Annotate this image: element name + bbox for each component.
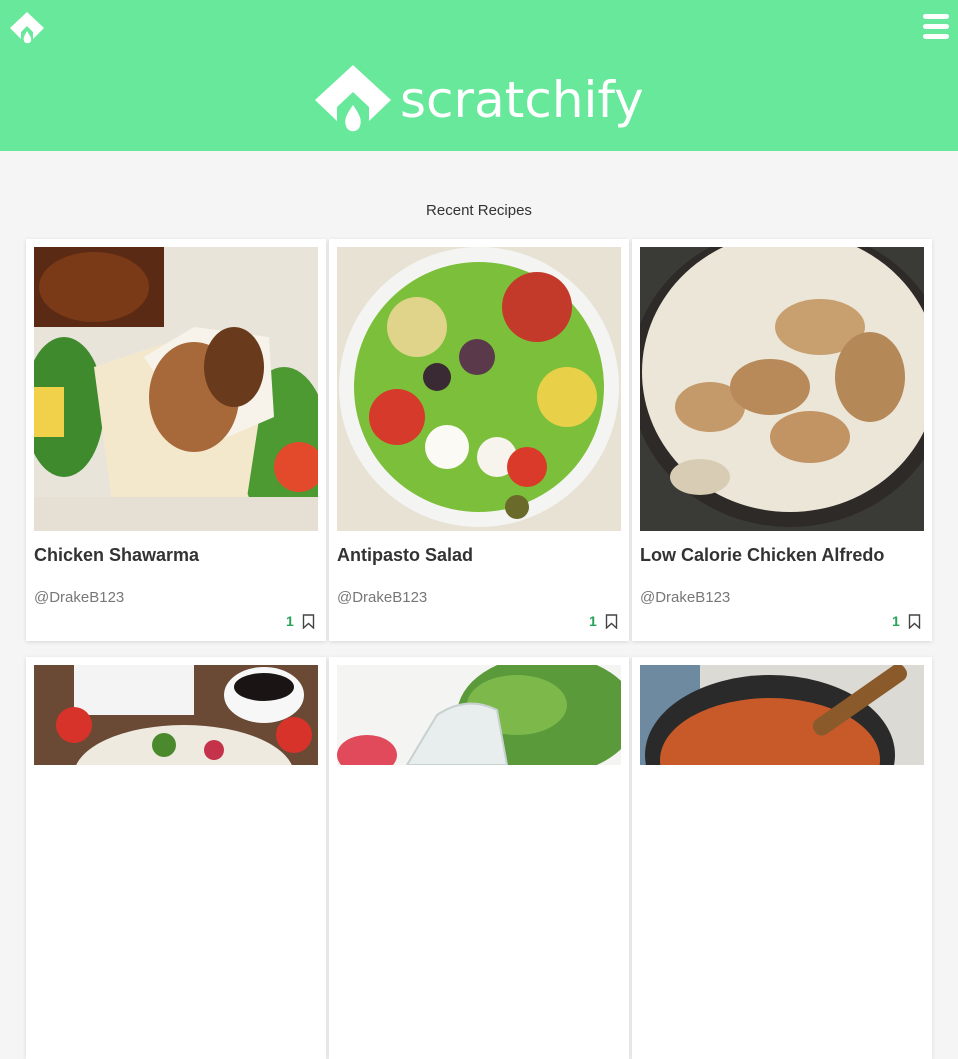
brand-logo[interactable]: scratchify [313,62,644,138]
scratchify-logo-icon[interactable] [9,11,45,45]
hamburger-menu-icon[interactable] [923,14,949,42]
recipe-card[interactable] [329,657,629,1059]
chicken-shawarma-photo[interactable] [34,247,318,531]
recipe-card[interactable]: Antipasto Salad @DrakeB123 1 [329,239,629,641]
recipe-card[interactable]: Low Calorie Chicken Alfredo @DrakeB123 1 [632,239,932,641]
greens-and-dressing-photo[interactable] [337,665,621,765]
like-count: 1 [892,613,900,629]
recipe-title[interactable]: Low Calorie Chicken Alfredo [640,545,884,566]
antipasto-salad-photo[interactable] [337,247,621,531]
like-count: 1 [589,613,597,629]
chicken-alfredo-photo[interactable] [640,247,924,531]
recipe-title[interactable]: Chicken Shawarma [34,545,199,566]
top-header: scratchify [0,0,958,151]
recipe-card[interactable] [26,657,326,1059]
recipe-card[interactable] [632,657,932,1059]
like-count: 1 [286,613,294,629]
recipe-author[interactable]: @DrakeB123 [337,589,427,606]
strawberry-salad-photo[interactable] [34,665,318,765]
bookmark-icon[interactable] [605,614,618,629]
recipe-author[interactable]: @DrakeB123 [34,589,124,606]
section-title: Recent Recipes [426,202,532,219]
bookmark-icon[interactable] [302,614,315,629]
brand-name: scratchify [400,71,644,129]
brand-mark-icon [315,65,391,132]
recipe-title[interactable]: Antipasto Salad [337,545,473,566]
spanish-rice-pot-photo[interactable] [640,665,924,765]
recipe-card[interactable]: Chicken Shawarma @DrakeB123 1 [26,239,326,641]
recipe-author[interactable]: @DrakeB123 [640,589,730,606]
bookmark-icon[interactable] [908,614,921,629]
